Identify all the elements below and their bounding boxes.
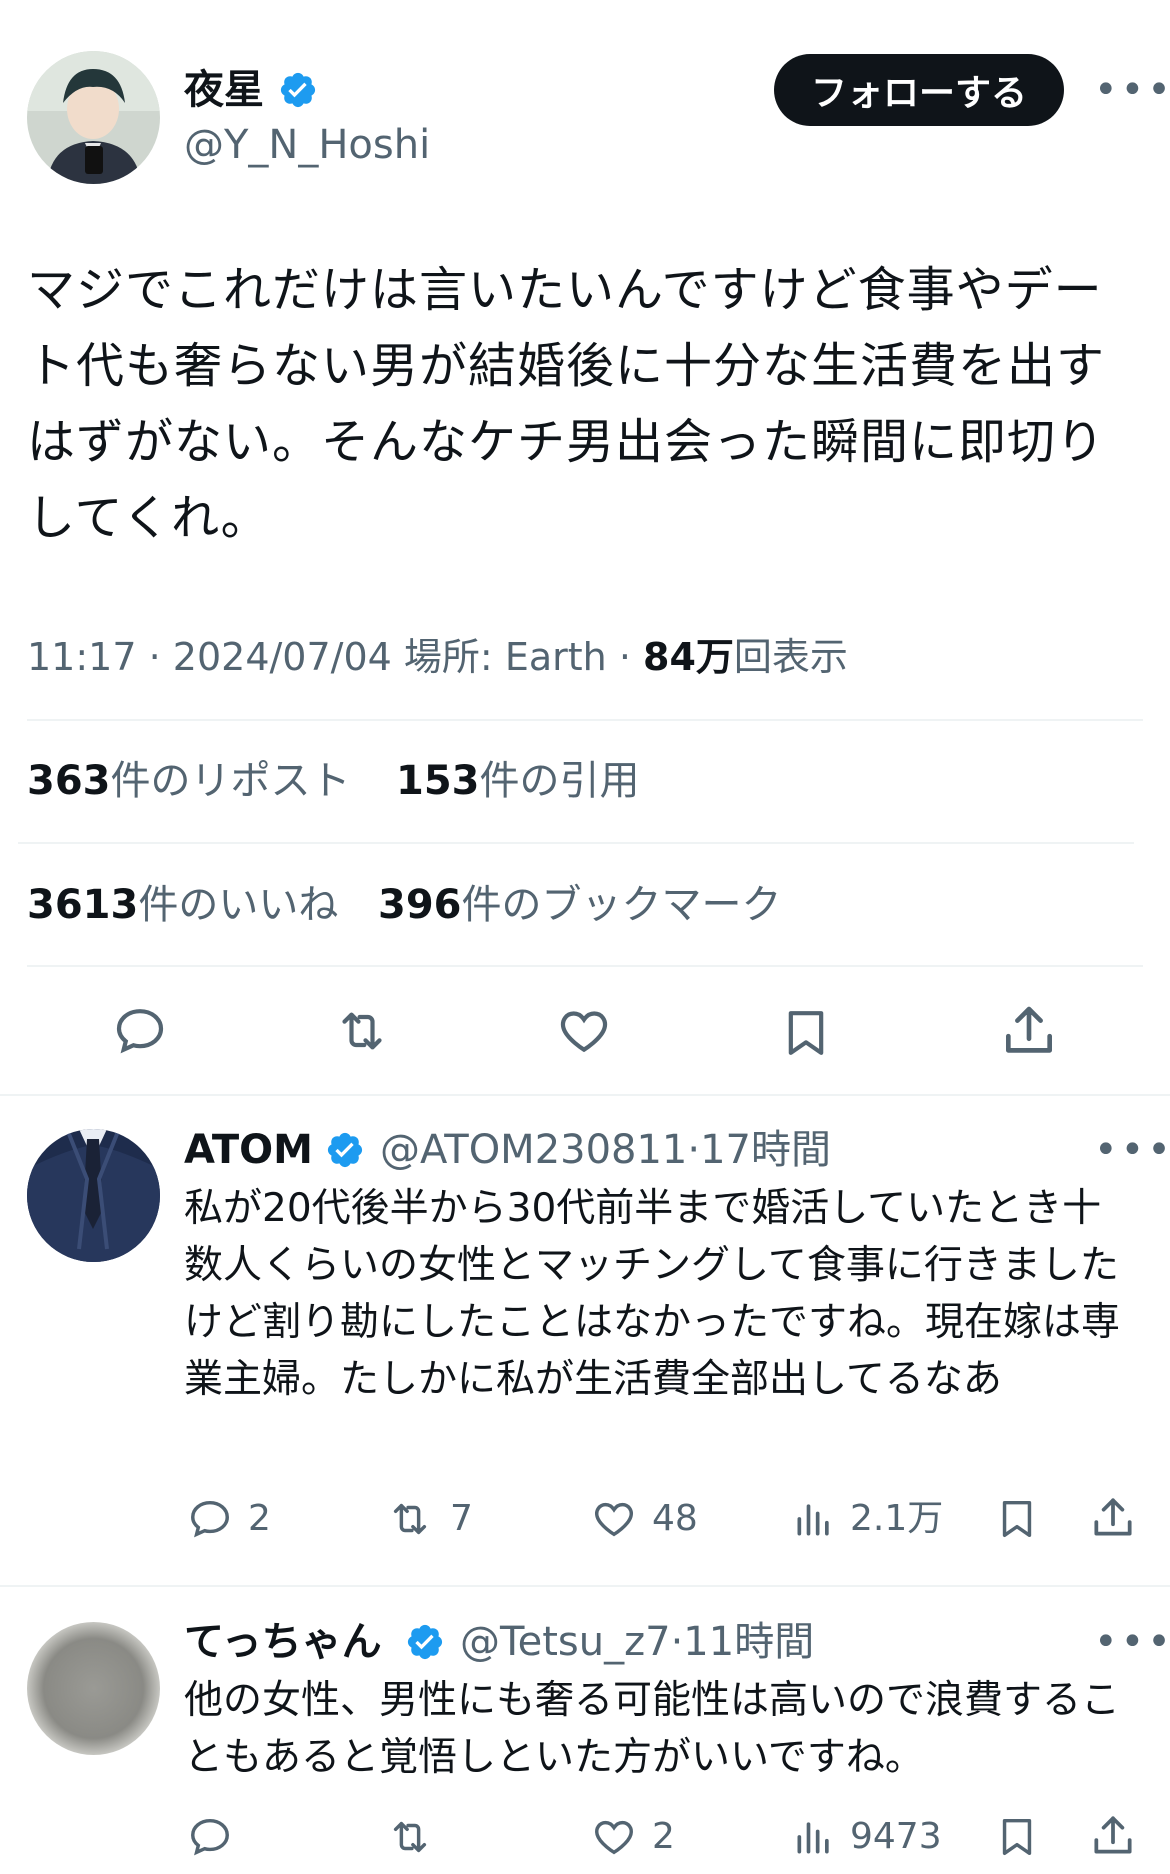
reply-author-handle[interactable]: @Tetsu_z7 [460,1619,671,1665]
reply-views-button[interactable]: 9473 [792,1814,942,1860]
divider [18,842,1134,844]
tweet-meta: 11:17 · 2024/07/04 場所: Earth · 84万回表示 [27,635,848,679]
like-icon [595,1502,633,1537]
repost-icon[interactable] [330,1003,394,1063]
reply-views-button[interactable]: 2.1万 [792,1496,943,1542]
reply-handle-line: @ATOM230811·17時間 [380,1127,832,1173]
tweet-date[interactable]: 2024/07/04 [173,635,392,679]
likes-stat[interactable]: 3613件のいいね [27,880,338,930]
views-count: 84万 [643,635,734,679]
reply-like-button[interactable]: 48 [590,1496,698,1542]
author-handle[interactable]: @Y_N_Hoshi [184,121,430,169]
tweet-text: マジでこれだけは言いたいんですけど食事やデート代も奢らない男が結婚後に十分な生活… [27,262,1106,546]
views-icon [797,1822,829,1854]
reply-icon [191,1818,229,1856]
reply-reply-button[interactable] [186,1814,248,1860]
place-name: Earth [504,635,607,679]
repost-count: 7 [450,1498,473,1539]
quotes-stat[interactable]: 153件の引用 [396,756,640,806]
reply-author-handle[interactable]: @ATOM230811 [380,1127,687,1173]
follow-button[interactable]: フォローする [774,54,1064,126]
views-icon [797,1504,829,1536]
reply-author-name[interactable]: ATOM [184,1126,313,1174]
views-count: 9473 [850,1816,942,1857]
tweet-time[interactable]: 11:17 [27,635,137,679]
share-icon[interactable] [998,1000,1060,1066]
reposts-stat[interactable]: 363件のリポスト [27,756,351,806]
reply-text: 私が20代後半から30代前半まで婚活していたとき十数人くらいの女性とマッチングし… [184,1186,1121,1402]
reply-like-button[interactable]: 2 [590,1814,675,1860]
reply-repost-button[interactable]: 7 [384,1496,473,1542]
reply-icon [191,1500,229,1538]
reply-icon[interactable] [110,1003,170,1063]
reply-time[interactable]: 17時間 [700,1127,831,1173]
share-icon[interactable] [1088,1492,1138,1548]
bookmark-icon[interactable] [994,1812,1040,1866]
bookmark-icon[interactable] [994,1494,1040,1548]
reply-author-name[interactable]: てっちゃん [184,1618,382,1666]
like-count: 2 [652,1816,675,1857]
reply-count: 2 [248,1498,271,1539]
verified-badge-icon [405,1622,445,1662]
place-label: 場所: [403,635,493,679]
bookmark-icon[interactable] [778,1003,834,1067]
repost-icon [393,1821,427,1853]
more-options-icon[interactable]: ••• [1094,70,1170,110]
divider [27,719,1143,721]
divider [27,965,1143,967]
divider [0,1585,1170,1587]
author-name[interactable]: 夜星 [184,66,264,114]
reply-repost-button[interactable] [384,1814,450,1860]
reply-reply-button[interactable]: 2 [186,1496,271,1542]
like-icon [595,1820,633,1855]
reply-time[interactable]: 11時間 [683,1619,814,1665]
more-options-icon[interactable]: ••• [1094,1130,1170,1170]
like-count: 48 [652,1498,698,1539]
share-icon[interactable] [1088,1810,1138,1866]
reply-avatar[interactable] [27,1622,160,1755]
views-label: 回表示 [733,635,848,679]
divider [0,1094,1170,1096]
reply-handle-line: @Tetsu_z7·11時間 [460,1619,815,1665]
verified-badge-icon [278,70,318,110]
bookmarks-stat[interactable]: 396件のブックマーク [378,880,782,930]
verified-badge-icon [325,1130,365,1170]
reply-text: 他の女性、男性にも奢る可能性は高いので浪費することもあると覚悟しといた方がいいで… [184,1678,1121,1780]
like-icon[interactable] [554,1003,614,1063]
reply-avatar[interactable] [27,1129,160,1262]
more-options-icon[interactable]: ••• [1094,1622,1170,1662]
views-count: 2.1万 [850,1498,944,1539]
author-avatar[interactable] [27,51,160,184]
repost-icon [393,1503,427,1535]
